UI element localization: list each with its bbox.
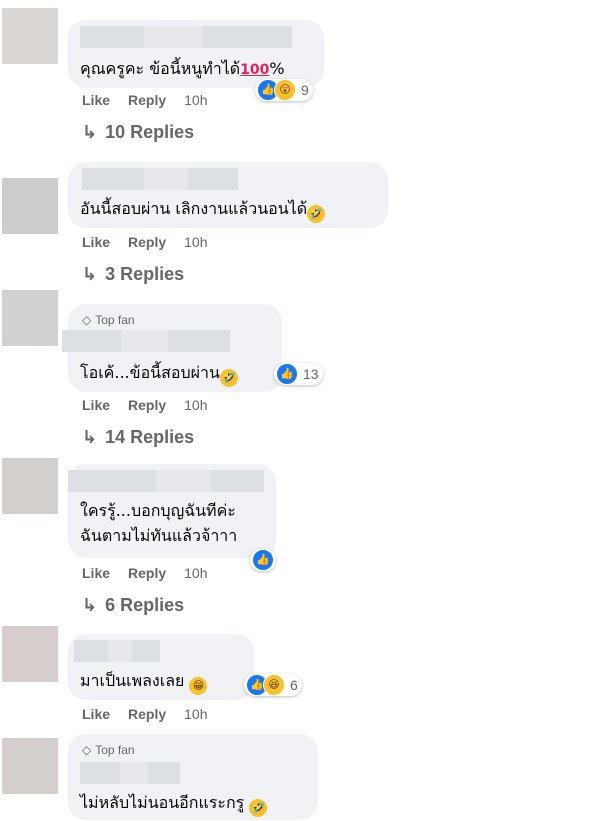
commenter-name[interactable] bbox=[82, 168, 238, 190]
avatar[interactable] bbox=[2, 626, 58, 682]
reply-button[interactable]: Reply bbox=[128, 565, 166, 581]
timestamp[interactable]: 10h bbox=[184, 92, 207, 108]
replies-count: 3 Replies bbox=[105, 264, 185, 284]
comment-text-content: อันนี้สอบผ่าน เลิกงานแล้วนอนได้ bbox=[80, 199, 308, 218]
comment-bubble: ◇ Top fan โอเค้...ข้อนี้สอบผ่าน 🤣 bbox=[62, 304, 282, 392]
reply-button[interactable]: Reply bbox=[128, 706, 166, 722]
comment-text: มาเป็นเพลงเลย 😁 bbox=[80, 668, 208, 695]
reply-arrow-icon: ↳ bbox=[82, 264, 98, 284]
comment-bubble: ◇ Top fan ไม่หลับไม่นอนอีกแระกรู 🤣 bbox=[68, 734, 318, 820]
comment-bubble: ใครรู้...บอกบุญฉันทีค่ะ ฉันตามไม่ทันแล้ว… bbox=[68, 464, 276, 558]
view-replies-button[interactable]: ↳ 6 Replies bbox=[82, 595, 184, 616]
avatar[interactable] bbox=[2, 290, 58, 346]
reaction-summary[interactable]: 👍 😮 9 bbox=[255, 79, 313, 101]
diamond-icon: ◇ bbox=[82, 313, 92, 327]
timestamp[interactable]: 10h bbox=[184, 397, 207, 413]
comment-text-suffix: % bbox=[269, 59, 285, 78]
reply-arrow-icon: ↳ bbox=[82, 427, 98, 447]
replies-count: 14 Replies bbox=[105, 427, 195, 447]
comment-text-content: โอเค้...ข้อนี้สอบผ่าน bbox=[80, 363, 220, 382]
hundred-emoji: 100 bbox=[240, 62, 270, 78]
timestamp[interactable]: 10h bbox=[184, 565, 207, 581]
view-replies-button[interactable]: ↳ 3 Replies bbox=[82, 264, 184, 285]
reaction-count: 13 bbox=[303, 366, 319, 382]
replies-count: 10 Replies bbox=[105, 122, 195, 142]
comment-text-line: ใครรู้...บอกบุญฉันทีค่ะ bbox=[80, 501, 236, 520]
grin-emoji: 😁 bbox=[189, 677, 208, 695]
comment-text: ไม่หลับไม่นอนอีกแระกรู 🤣 bbox=[80, 790, 268, 817]
reply-arrow-icon: ↳ bbox=[82, 122, 98, 142]
comment-text: ใครรู้...บอกบุญฉันทีค่ะ ฉันตามไม่ทันแล้ว… bbox=[80, 498, 237, 548]
wow-icon: 😮 bbox=[274, 79, 296, 101]
reaction-summary[interactable]: 👍 😆 6 bbox=[244, 674, 302, 696]
commenter-name[interactable] bbox=[74, 640, 160, 662]
diamond-icon: ◇ bbox=[82, 743, 92, 757]
view-replies-button[interactable]: ↳ 14 Replies bbox=[82, 427, 194, 448]
reply-button[interactable]: Reply bbox=[128, 92, 166, 108]
like-button[interactable]: Like bbox=[82, 565, 110, 581]
reply-button[interactable]: Reply bbox=[128, 234, 166, 250]
commenter-name[interactable] bbox=[68, 470, 264, 492]
reaction-count: 6 bbox=[290, 677, 298, 693]
like-button[interactable]: Like bbox=[82, 234, 110, 250]
top-fan-badge: ◇ Top fan bbox=[82, 743, 135, 757]
comment-text-content: คุณครูคะ ข้อนี้หนูทำได้ bbox=[80, 59, 241, 78]
comment-bubble: คุณครูคะ ข้อนี้หนูทำได้100% bbox=[68, 20, 324, 88]
avatar[interactable] bbox=[2, 8, 58, 64]
view-replies-button[interactable]: ↳ 10 Replies bbox=[82, 122, 194, 143]
like-button[interactable]: Like bbox=[82, 92, 110, 108]
timestamp[interactable]: 10h bbox=[184, 706, 207, 722]
reply-arrow-icon: ↳ bbox=[82, 595, 98, 615]
comment-actions: Like Reply 10h bbox=[82, 706, 208, 722]
timestamp[interactable]: 10h bbox=[184, 234, 207, 250]
badge-label: Top fan bbox=[95, 313, 135, 327]
comment-text-content: มาเป็นเพลงเลย bbox=[80, 671, 185, 690]
reply-button[interactable]: Reply bbox=[128, 397, 166, 413]
like-icon: 👍 bbox=[252, 549, 274, 571]
like-button[interactable]: Like bbox=[82, 397, 110, 413]
reaction-summary[interactable]: 👍 13 bbox=[274, 363, 323, 385]
avatar[interactable] bbox=[2, 738, 58, 794]
haha-icon: 😆 bbox=[263, 674, 285, 696]
comment-text-content: ไม่หลับไม่นอนอีกแระกรู bbox=[80, 793, 245, 812]
like-icon: 👍 bbox=[276, 363, 298, 385]
reaction-count: 9 bbox=[301, 82, 309, 98]
comment-text: คุณครูคะ ข้อนี้หนูทำได้100% bbox=[80, 56, 285, 83]
commenter-name[interactable] bbox=[80, 26, 292, 48]
comment-actions: Like Reply 10h bbox=[82, 234, 208, 250]
like-button[interactable]: Like bbox=[82, 706, 110, 722]
comment-text: อันนี้สอบผ่าน เลิกงานแล้วนอนได้ 🤣 bbox=[80, 196, 326, 223]
comment-actions: Like Reply 10h bbox=[82, 565, 208, 581]
reaction-summary[interactable]: 👍 bbox=[250, 549, 276, 571]
comment-text-line: ฉันตามไม่ทันแล้วจ้าาา bbox=[80, 526, 238, 545]
replies-count: 6 Replies bbox=[105, 595, 185, 615]
comment-actions: Like Reply 10h bbox=[82, 92, 208, 108]
comment-bubble: มาเป็นเพลงเลย 😁 bbox=[68, 634, 254, 700]
comment-text: โอเค้...ข้อนี้สอบผ่าน 🤣 bbox=[80, 360, 238, 387]
rofl-emoji: 🤣 bbox=[219, 369, 238, 387]
comment-actions: Like Reply 10h bbox=[82, 397, 208, 413]
commenter-name[interactable] bbox=[80, 762, 180, 784]
avatar[interactable] bbox=[2, 178, 58, 234]
rofl-emoji: 🤣 bbox=[249, 799, 268, 817]
rofl-emoji: 🤣 bbox=[307, 205, 326, 223]
top-fan-badge: ◇ Top fan bbox=[82, 313, 135, 327]
avatar[interactable] bbox=[2, 458, 58, 514]
commenter-name[interactable] bbox=[62, 330, 230, 352]
badge-label: Top fan bbox=[95, 743, 135, 757]
comment-bubble: อันนี้สอบผ่าน เลิกงานแล้วนอนได้ 🤣 bbox=[68, 162, 388, 228]
